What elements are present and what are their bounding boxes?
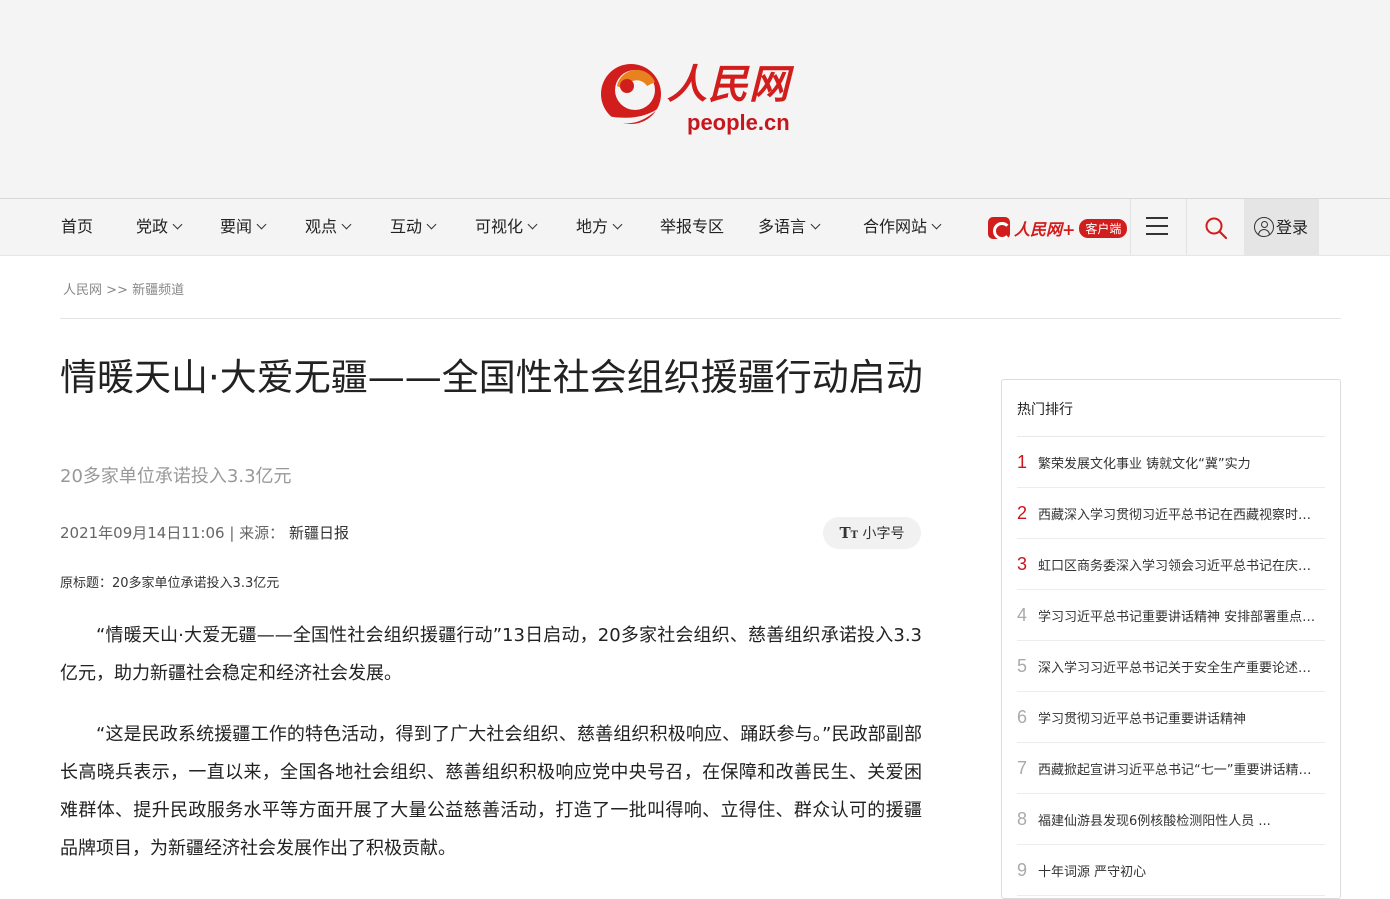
ranking-link[interactable]: 西藏深入学习贯彻习近平总书记在西藏视察时重要讲话精神 <box>1038 504 1318 523</box>
rank-number: 1 <box>1017 451 1028 472</box>
nav-label: 地方 <box>576 217 609 236</box>
article-source-link[interactable]: 新疆日报 <box>289 524 349 542</box>
nav-label: 互动 <box>390 217 423 236</box>
article-date: 2021年09月14日11:06 <box>60 524 225 542</box>
nav-divider <box>1130 199 1131 255</box>
search-icon[interactable] <box>1204 216 1228 240</box>
ranking-link[interactable]: 福建仙游县发现6例核酸检测阳性人员 ... <box>1038 810 1318 829</box>
logo-text-cn: 人民网 <box>667 61 790 108</box>
breadcrumb-channel-link[interactable]: 新疆频道 <box>132 283 184 298</box>
divider <box>60 318 1341 319</box>
ranking-item[interactable]: 9 十年词源 严守初心 <box>1017 845 1325 896</box>
chevron-down-icon <box>931 219 942 230</box>
hot-ranking-title: 热门排行 <box>1017 399 1325 437</box>
rank-number: 6 <box>1017 706 1028 727</box>
font-size-icon: TT <box>839 524 859 542</box>
chevron-down-icon <box>256 219 267 230</box>
ranking-link[interactable]: 学习习近平总书记重要讲话精神 安排部署重点工作任务 <box>1038 606 1318 625</box>
ranking-item[interactable]: 4 学习习近平总书记重要讲话精神 安排部署重点工作任务 <box>1017 590 1325 641</box>
chevron-down-icon <box>341 219 352 230</box>
nav-item-partners[interactable]: 合作网站 <box>863 199 942 255</box>
breadcrumb-home-link[interactable]: 人民网 <box>63 283 102 298</box>
ranking-link[interactable]: 西藏掀起宣讲习近平总书记“七一”重要讲话精神热潮 <box>1038 759 1318 778</box>
chevron-down-icon <box>172 219 183 230</box>
article-paragraph: “这是民政系统援疆工作的特色活动，得到了广大社会组织、慈善组织积极响应、踊跃参与… <box>60 724 922 859</box>
chevron-down-icon <box>426 219 437 230</box>
nav-label: 要闻 <box>220 217 253 236</box>
nav-label: 多语言 <box>758 217 807 236</box>
nav-label: 观点 <box>305 217 338 236</box>
ranking-link[interactable]: 学习贯彻习近平总书记重要讲话精神 <box>1038 708 1318 727</box>
nav-item-party[interactable]: 党政 <box>136 199 183 255</box>
logo-mark-icon <box>601 64 661 124</box>
ranking-link[interactable]: 深入学习习近平总书记关于安全生产重要论述精神 <box>1038 657 1318 676</box>
app-download-link[interactable]: 人民网+ 客户端 <box>988 215 1128 241</box>
nav-label: 可视化 <box>475 217 524 236</box>
original-title: 原标题：20多家单位承诺投入3.3亿元 <box>60 576 280 591</box>
ranking-link[interactable]: 虹口区商务委深入学习领会习近平总书记在庆祝中国共产党成立100周年大会上的重要讲… <box>1038 555 1318 574</box>
article-paragraph: “情暖天山·大爱无疆——全国性社会组织援疆行动”13日启动，20多家社会组织、慈… <box>60 625 922 684</box>
nav-label: 党政 <box>136 217 169 236</box>
app-name: 人民网+ <box>1014 220 1076 239</box>
nav-item-opinion[interactable]: 观点 <box>305 199 352 255</box>
nav-item-language[interactable]: 多语言 <box>758 199 821 255</box>
nav-item-home[interactable]: 首页 <box>61 199 93 255</box>
app-badge: 客户端 <box>1079 218 1128 238</box>
menu-icon[interactable] <box>1146 217 1168 237</box>
chevron-down-icon <box>527 219 538 230</box>
nav-item-visual[interactable]: 可视化 <box>475 199 538 255</box>
chevron-down-icon <box>810 219 821 230</box>
ranking-item[interactable]: 6 学习贯彻习近平总书记重要讲话精神 <box>1017 692 1325 743</box>
nav-item-local[interactable]: 地方 <box>576 199 623 255</box>
nav-label: 合作网站 <box>863 217 928 236</box>
rank-number: 7 <box>1017 757 1028 778</box>
nav-label: 举报专区 <box>660 217 725 236</box>
breadcrumb-separator: >> <box>106 283 128 298</box>
chevron-down-icon <box>612 219 623 230</box>
font-size-label: 小字号 <box>862 526 905 542</box>
ranking-item[interactable]: 3 虹口区商务委深入学习领会习近平总书记在庆祝中国共产党成立100周年大会上的重要… <box>1017 539 1325 590</box>
login-button[interactable]: 登录 <box>1244 199 1319 255</box>
app-icon <box>988 217 1011 240</box>
main-nav: 首页 党政 要闻 观点 互动 可视化 地方 举报专区 多语言 合作网站 人民网+… <box>0 199 1390 256</box>
rank-number: 3 <box>1017 553 1028 574</box>
breadcrumb: 人民网 >> 新疆频道 <box>63 279 184 298</box>
nav-item-report[interactable]: 举报专区 <box>660 199 724 255</box>
article-title: 情暖天山·大爱无疆——全国性社会组织援疆行动启动 <box>60 356 923 399</box>
font-size-toggle-button[interactable]: TT 小字号 <box>823 517 921 549</box>
nav-label: 首页 <box>61 217 94 236</box>
rank-number: 9 <box>1017 859 1028 880</box>
source-prefix: | 来源： <box>229 524 285 542</box>
article-subtitle: 20多家单位承诺投入3.3亿元 <box>60 466 292 487</box>
rank-number: 8 <box>1017 808 1028 829</box>
rank-number: 4 <box>1017 604 1028 625</box>
rank-number: 2 <box>1017 502 1028 523</box>
nav-divider <box>1186 199 1187 255</box>
nav-item-news[interactable]: 要闻 <box>220 199 267 255</box>
site-header: 人民网 people.cn <box>0 0 1390 199</box>
ranking-item[interactable]: 7 西藏掀起宣讲习近平总书记“七一”重要讲话精神热潮 <box>1017 743 1325 794</box>
nav-item-interact[interactable]: 互动 <box>390 199 437 255</box>
ranking-link[interactable]: 繁荣发展文化事业 铸就文化“冀”实力 <box>1038 453 1318 472</box>
ranking-item[interactable]: 8 福建仙游县发现6例核酸检测阳性人员 ... <box>1017 794 1325 845</box>
logo-text-en: people.cn <box>687 110 790 135</box>
site-logo[interactable]: 人民网 people.cn <box>595 52 810 136</box>
user-icon <box>1254 216 1274 237</box>
hot-ranking-panel: 热门排行 1 繁荣发展文化事业 铸就文化“冀”实力 2 西藏深入学习贯彻习近平总书记… <box>1001 379 1341 899</box>
ranking-item[interactable]: 5 深入学习习近平总书记关于安全生产重要论述精神 <box>1017 641 1325 692</box>
ranking-item[interactable]: 1 繁荣发展文化事业 铸就文化“冀”实力 <box>1017 437 1325 488</box>
rank-number: 5 <box>1017 655 1028 676</box>
login-label: 登录 <box>1276 218 1309 237</box>
article-meta: 2021年09月14日11:06 | 来源： 新疆日报 <box>60 522 349 543</box>
ranking-link[interactable]: 十年词源 严守初心 <box>1038 861 1318 880</box>
ranking-item[interactable]: 2 西藏深入学习贯彻习近平总书记在西藏视察时重要讲话精神 <box>1017 488 1325 539</box>
